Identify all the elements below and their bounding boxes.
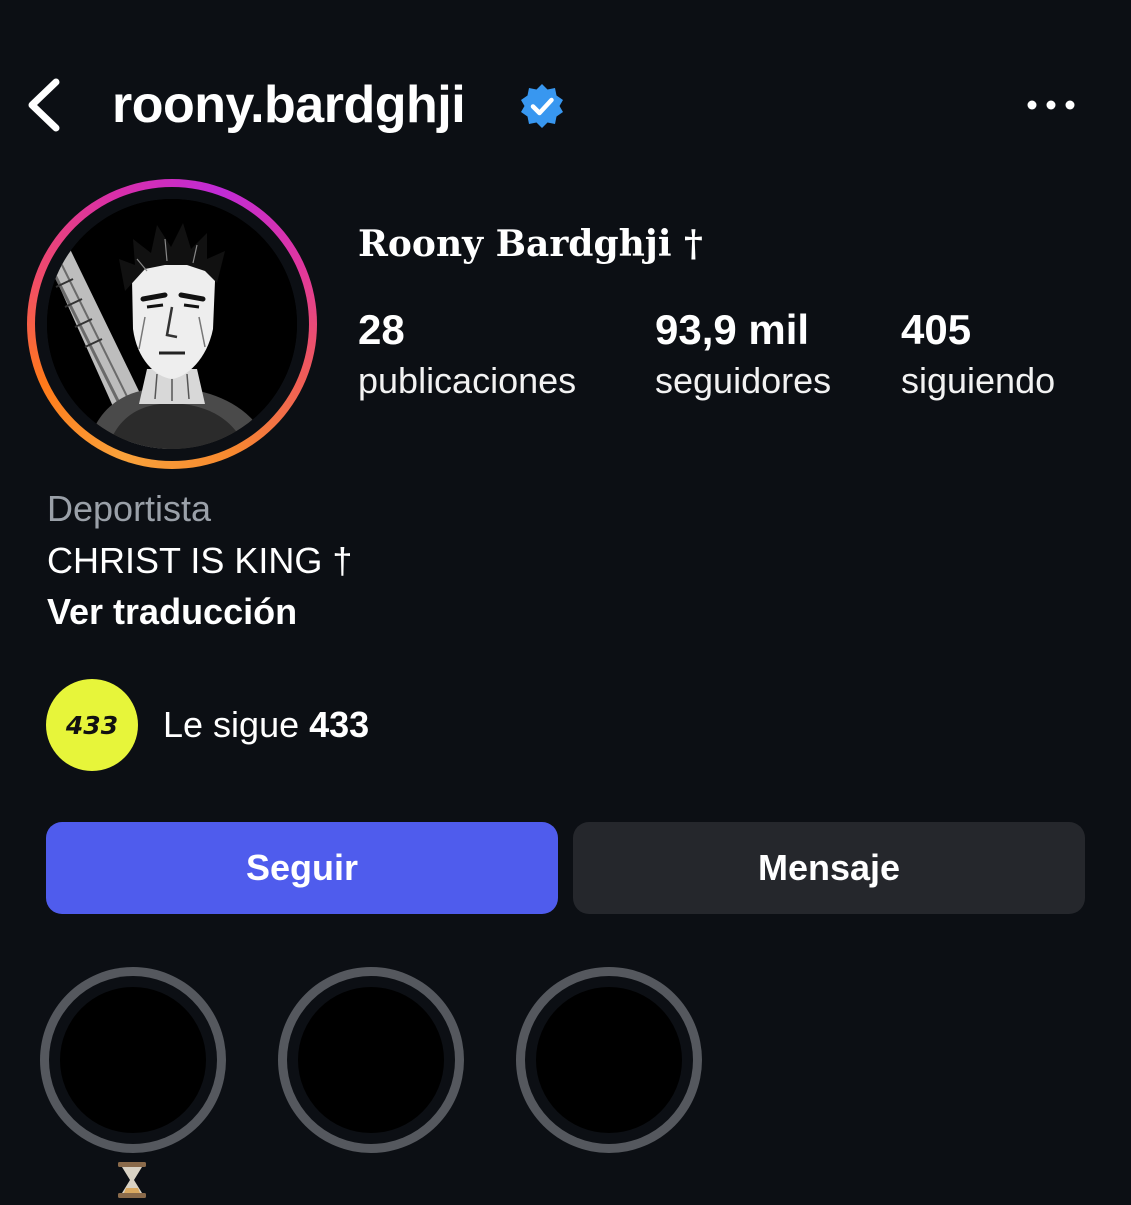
profile-category: Deportista — [47, 488, 212, 529]
stat-following[interactable]: 405 siguiendo — [901, 304, 1055, 406]
more-options-icon — [1027, 100, 1075, 110]
see-translation-link[interactable]: Ver traducción — [47, 589, 297, 635]
follower-logo-text: 433 — [65, 711, 118, 740]
avatar-image — [47, 199, 297, 449]
story-highlight-cover — [298, 987, 444, 1133]
followed-by[interactable]: 433 Le sigue 433 — [46, 678, 369, 772]
profile-display-name: Roony Bardghji † — [358, 223, 703, 265]
story-highlight[interactable] — [516, 967, 702, 1153]
stat-followers-value: 93,9 mil — [655, 306, 810, 353]
chevron-left-icon — [28, 78, 60, 132]
hourglass-icon — [112, 1160, 152, 1200]
story-highlight[interactable] — [40, 967, 226, 1153]
stat-following-value: 405 — [901, 306, 972, 353]
more-options-button[interactable] — [1020, 84, 1084, 126]
stat-posts[interactable]: 28 publicaciones — [358, 304, 576, 406]
follower-avatar: 433 — [46, 679, 138, 771]
followed-by-prefix: Le sigue — [163, 704, 310, 745]
story-highlight-cover — [536, 987, 682, 1133]
message-button[interactable]: Mensaje — [573, 822, 1085, 914]
verified-badge-icon — [518, 82, 566, 130]
stat-posts-label: publicaciones — [358, 360, 577, 401]
stat-followers-label: seguidores — [655, 360, 832, 401]
story-highlight-cover — [60, 987, 206, 1133]
follower-logo-icon: 433 — [65, 711, 118, 740]
profile-avatar[interactable] — [27, 179, 317, 469]
stat-followers[interactable]: 93,9 mil seguidores — [655, 304, 831, 406]
follow-button[interactable]: Seguir — [46, 822, 558, 914]
story-highlight[interactable] — [278, 967, 464, 1153]
profile-username: roony.bardghji — [112, 76, 466, 134]
back-button[interactable] — [18, 72, 78, 138]
stat-posts-value: 28 — [358, 306, 405, 353]
stat-following-label: siguiendo — [901, 360, 1056, 401]
followed-by-text: Le sigue 433 — [163, 702, 369, 748]
profile-bio: CHRIST IS KING † — [47, 540, 353, 581]
followed-by-name: 433 — [309, 704, 370, 745]
